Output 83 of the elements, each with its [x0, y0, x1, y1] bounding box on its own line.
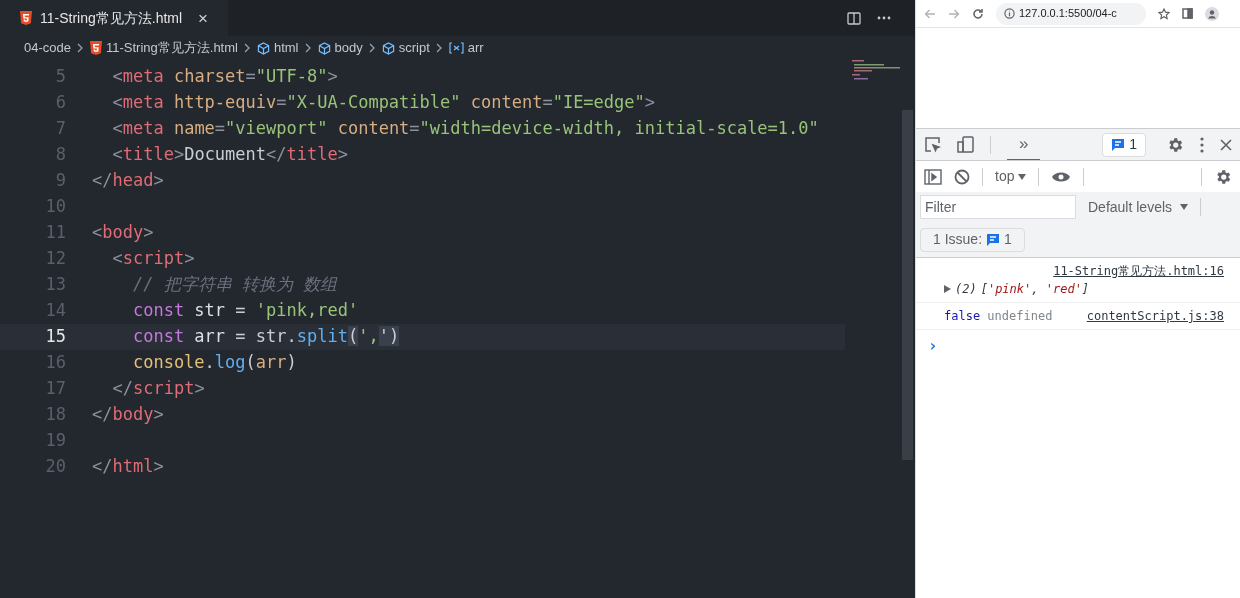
line-number: 14 — [44, 299, 66, 323]
breadcrumb-item[interactable]: arr — [467, 38, 484, 58]
console-prompt[interactable]: › — [916, 330, 1240, 358]
issues-count-button[interactable]: 1 Issue: 1 — [920, 227, 1025, 252]
breadcrumb-item[interactable]: body — [334, 38, 363, 58]
line-number: 15 — [44, 325, 66, 349]
sidebar-icon[interactable] — [1182, 8, 1193, 19]
variable-icon — [448, 42, 464, 54]
line-number: 11 — [44, 221, 66, 245]
scrollbar[interactable] — [902, 110, 913, 460]
html5-icon — [90, 41, 102, 55]
clear-icon[interactable] — [954, 168, 970, 185]
code-line: <body> — [92, 221, 154, 245]
code-line: <meta charset="UTF-8"> — [111, 65, 338, 89]
sidebar-toggle-icon[interactable] — [924, 168, 942, 185]
tab-title: 11-String常见方法.html — [40, 8, 183, 28]
chevron-icon — [243, 43, 251, 53]
code-line: console.log(arr) — [131, 351, 297, 375]
inspect-icon[interactable] — [924, 136, 941, 153]
more-tabs-button[interactable]: » — [1007, 128, 1041, 161]
star-icon[interactable] — [1158, 7, 1170, 20]
cube-icon — [317, 41, 331, 55]
html5-icon — [20, 11, 32, 25]
line-number: 18 — [44, 403, 66, 427]
close-icon[interactable] — [1220, 138, 1232, 151]
line-number: 13 — [44, 273, 66, 297]
close-button[interactable]: × — [198, 9, 209, 27]
more-icon[interactable] — [877, 16, 891, 20]
message-icon — [986, 232, 1001, 247]
line-number: 17 — [44, 377, 66, 401]
source-link[interactable]: 11-String常见方法.html:16 — [1053, 262, 1224, 280]
levels-dropdown[interactable]: Default levels — [1088, 196, 1189, 218]
line-number: 19 — [44, 429, 66, 453]
code-line: </body> — [92, 403, 164, 427]
code-line: </head> — [92, 169, 164, 193]
issues-button[interactable]: 1 — [1102, 132, 1146, 157]
code-line: <script> — [111, 247, 195, 271]
line-number: 6 — [54, 91, 66, 115]
chevron-icon — [368, 43, 376, 53]
breadcrumb-item[interactable]: 04-code — [24, 38, 71, 58]
message-icon — [1111, 137, 1126, 152]
caret-icon — [1180, 204, 1189, 210]
split-editor-icon[interactable] — [847, 11, 861, 25]
reload-icon[interactable] — [972, 7, 984, 20]
code-line: <meta name="viewport" content="width=device-width, initial-scale=1.0" — [111, 117, 819, 141]
line-number: 20 — [44, 455, 66, 479]
breadcrumb-item[interactable]: script — [398, 38, 430, 58]
code-line: const arr = str.split(',') — [131, 325, 400, 349]
info-icon — [1004, 8, 1015, 19]
line-number: 5 — [54, 65, 66, 89]
line-number: 9 — [54, 169, 66, 193]
context-dropdown[interactable]: top — [995, 166, 1027, 187]
eye-icon[interactable] — [1051, 170, 1072, 183]
more-icon[interactable] — [1200, 136, 1204, 153]
editor-tab[interactable]: 11-String常见方法.html × — [0, 0, 229, 36]
profile-icon[interactable] — [1205, 6, 1219, 21]
source-link[interactable]: contentScript.js:38 — [1086, 307, 1224, 325]
code-line: const str = 'pink,red' — [131, 299, 359, 323]
cube-icon — [381, 41, 395, 55]
chevron-icon — [77, 43, 84, 53]
line-number: 7 — [54, 117, 66, 141]
code-line: <meta http-equiv="X-UA-Compatible" content="IE=edge"> — [111, 91, 656, 115]
line-number: 8 — [54, 143, 66, 167]
code-line: </script> — [111, 377, 205, 401]
address-bar[interactable]: 127.0.0.1:5500/04-c — [996, 2, 1146, 25]
breadcrumb-item[interactable]: html — [273, 38, 299, 58]
cube-icon — [256, 41, 270, 55]
chevron-icon — [435, 43, 443, 53]
line-number: 16 — [44, 351, 66, 375]
caret-icon — [1018, 173, 1027, 180]
console-value: ['pink', 'red'] — [980, 281, 1090, 298]
filter-field[interactable]: Filter — [920, 195, 1076, 219]
expand-icon[interactable] — [944, 285, 951, 293]
device-icon[interactable] — [957, 136, 974, 153]
array-count: (2) — [955, 281, 977, 298]
line-number: 10 — [44, 195, 66, 219]
console-value: false undefined — [944, 308, 1053, 325]
chevron-icon — [304, 43, 312, 53]
breadcrumb-item[interactable]: 11-String常见方法.html — [106, 38, 238, 58]
code-line: <title>Document</title> — [111, 143, 348, 167]
code-line: </html> — [92, 455, 164, 479]
code-line: // 把字符串 转换为 数组 — [131, 273, 338, 297]
line-number: 12 — [44, 247, 66, 271]
